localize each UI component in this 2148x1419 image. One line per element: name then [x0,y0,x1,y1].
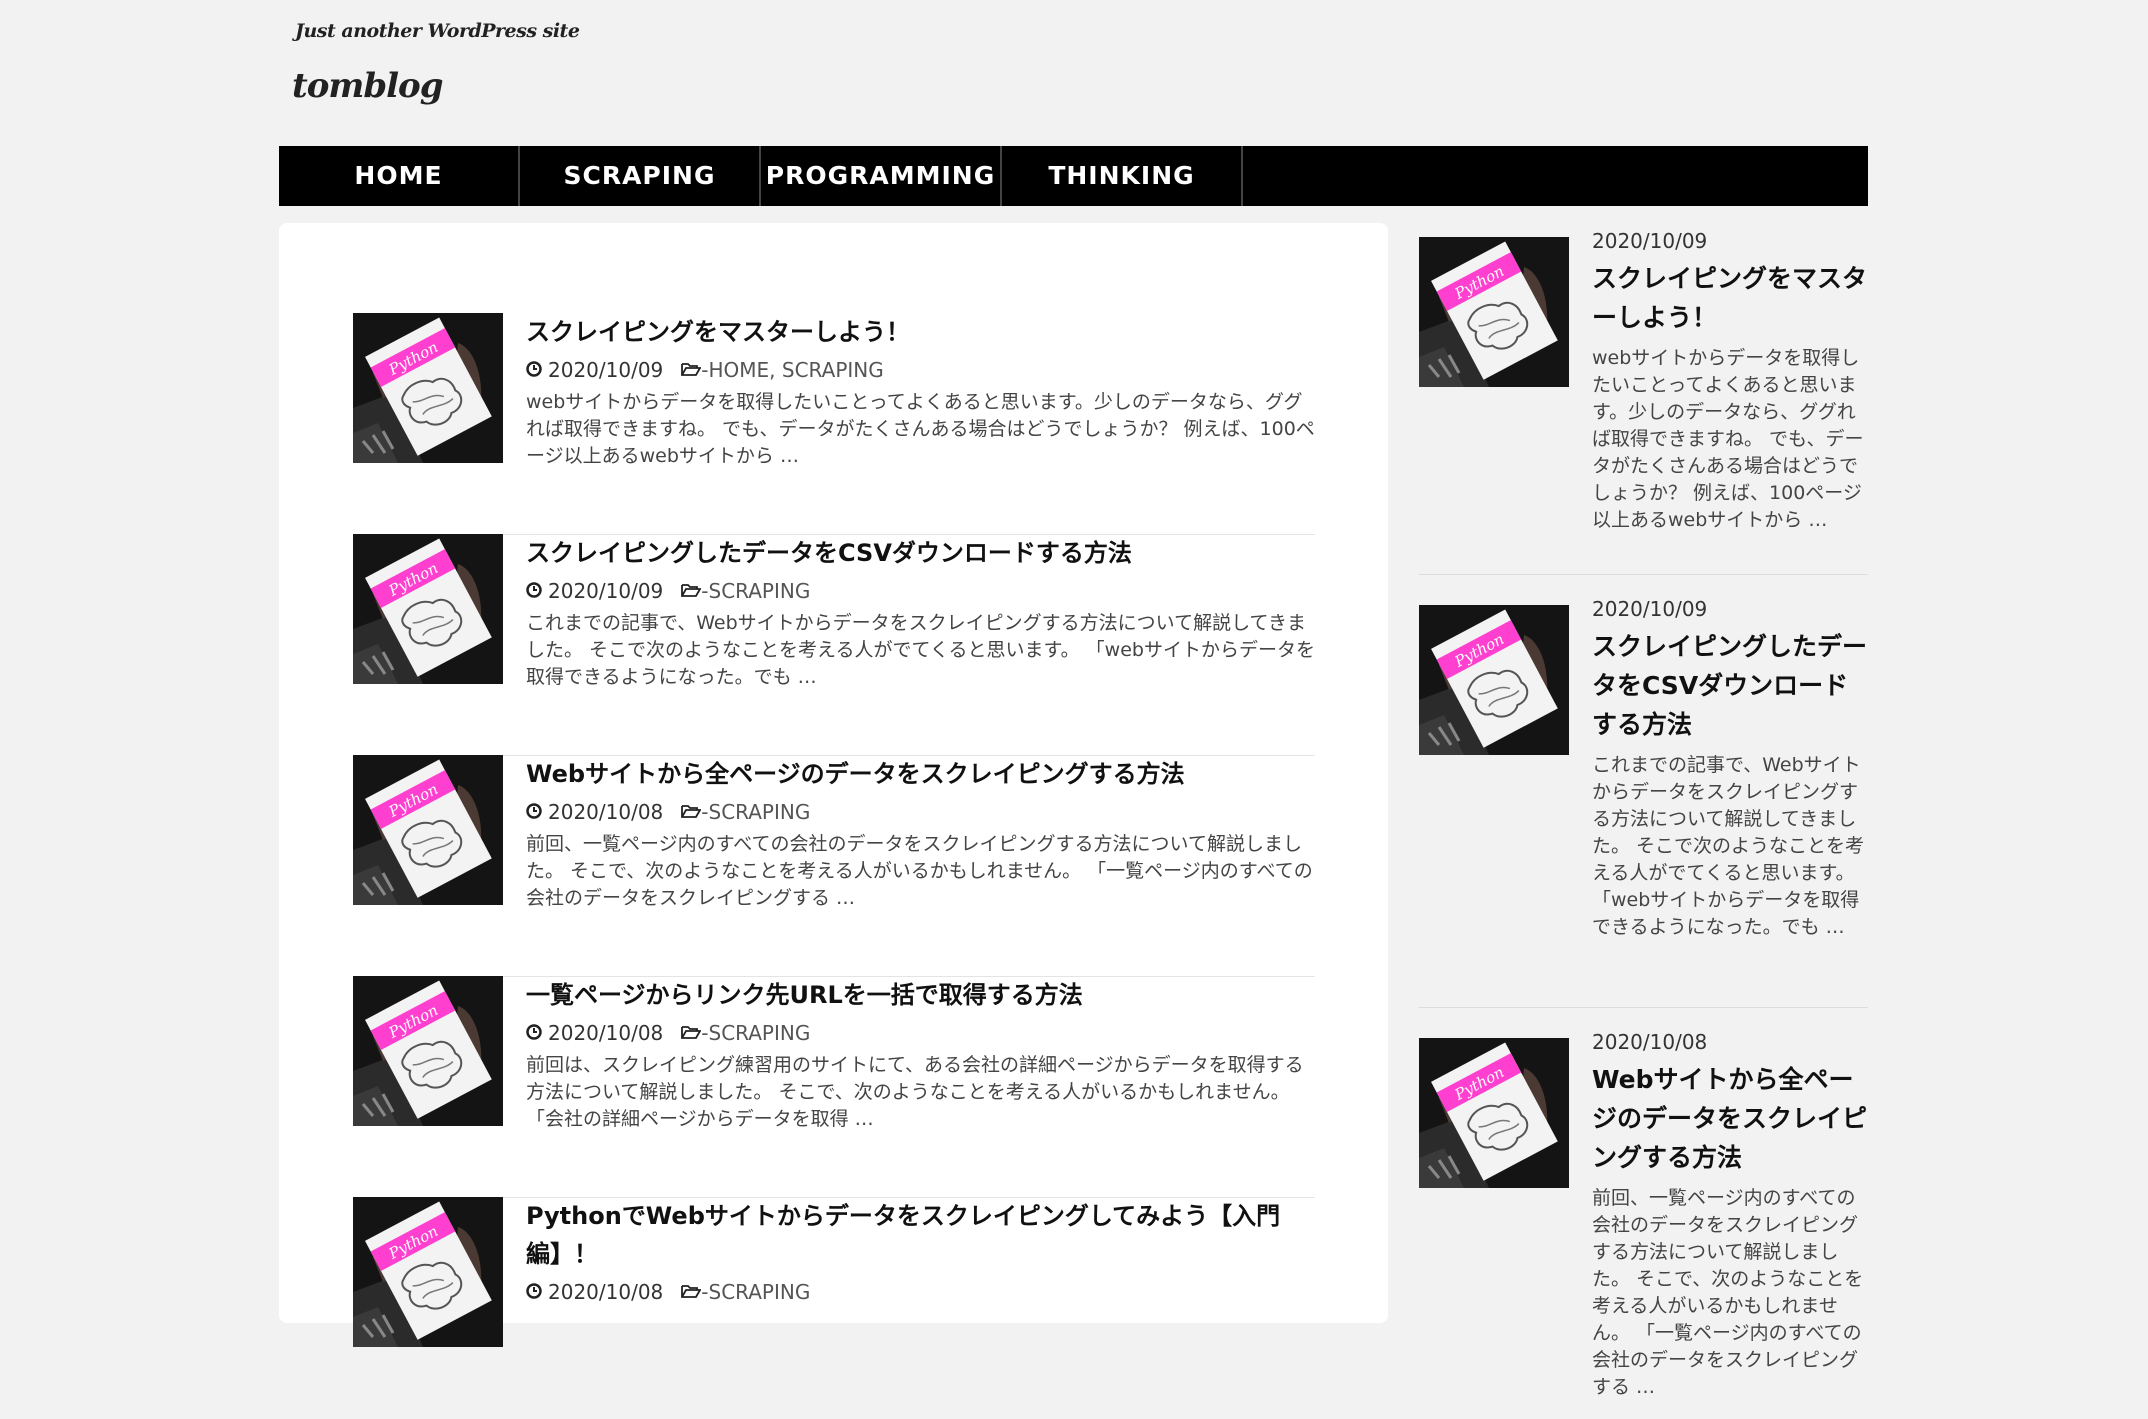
post-date: 2020/10/08 [548,1021,664,1045]
post-title[interactable]: PythonでWebサイトからデータをスクレイピングしてみよう【入門編】！ [526,1197,1315,1273]
post-title[interactable]: スクレイピングをマスターしよう！ [526,313,1315,351]
post-body: Webサイトから全ページのデータをスクレイピングする方法 2020/10/08 … [526,755,1315,912]
post-meta: 2020/10/09 -HOME, SCRAPING [526,357,1315,383]
post-excerpt: webサイトからデータを取得したいことってよくあると思います。少しのデータなら、… [526,391,1315,467]
sidebar-post-excerpt: これまでの記事で、Webサイトからデータをスクレイピングする方法について解説して… [1592,754,1865,938]
post-item: スクレイピングしたデータをCSVダウンロードする方法 2020/10/09 -S… [353,534,1315,756]
sidebar-post-body: 2020/10/09 スクレイピングしたデータをCSVダウンロードする方法 これ… [1592,597,1868,941]
post-item: Webサイトから全ページのデータをスクレイピングする方法 2020/10/08 … [353,755,1315,977]
nav-item-thinking[interactable]: THINKING [1002,146,1243,206]
sidebar-post-date: 2020/10/09 [1592,597,1708,621]
nav-item-scraping[interactable]: SCRAPING [520,146,761,206]
post-thumbnail[interactable] [353,755,503,905]
folder-icon [681,578,702,604]
post-item: スクレイピングをマスターしよう！ 2020/10/09 -HOME, SCRAP… [353,313,1315,535]
post-date: 2020/10/08 [548,1280,664,1304]
sidebar-post-title[interactable]: スクレイピングをマスターしよう！ [1592,259,1868,337]
post-item: 一覧ページからリンク先URLを一括で取得する方法 2020/10/08 -SCR… [353,976,1315,1198]
site-title[interactable]: tomblog [292,66,443,106]
post-thumbnail[interactable] [353,313,503,463]
sidebar-post-body: 2020/10/08 Webサイトから全ページのデータをスクレイピングする方法 … [1592,1030,1868,1401]
post-body: 一覧ページからリンク先URLを一括で取得する方法 2020/10/08 -SCR… [526,976,1315,1133]
folder-icon [681,799,702,825]
sidebar-post-thumbnail[interactable] [1419,1038,1569,1188]
post-categories[interactable]: -SCRAPING [701,1279,810,1305]
post-list: スクレイピングをマスターしよう！ 2020/10/09 -HOME, SCRAP… [279,223,1388,1347]
sidebar-post-thumbnail[interactable] [1419,237,1569,387]
sidebar-post-title[interactable]: Webサイトから全ページのデータをスクレイピングする方法 [1592,1060,1868,1177]
post-date: 2020/10/09 [548,579,664,603]
clock-icon [526,1279,542,1305]
post-meta: 2020/10/09 -SCRAPING [526,578,1315,604]
post-excerpt: 前回は、スクレイピング練習用のサイトにて、ある会社の詳細ページからデータを取得す… [526,1054,1304,1130]
post-title[interactable]: スクレイピングしたデータをCSVダウンロードする方法 [526,534,1315,572]
post-meta: 2020/10/08 -SCRAPING [526,799,1315,825]
nav-item-programming[interactable]: PROGRAMMING [761,146,1002,206]
main-nav: HOME SCRAPING PROGRAMMING THINKING [279,146,1868,206]
post-thumbnail[interactable] [353,976,503,1126]
sidebar-post-excerpt: 前回、一覧ページ内のすべての会社のデータをスクレイピングする方法について解説しま… [1592,1187,1864,1398]
clock-icon [526,357,542,383]
folder-icon [681,1020,702,1046]
post-title[interactable]: 一覧ページからリンク先URLを一括で取得する方法 [526,976,1315,1014]
post-excerpt: これまでの記事で、Webサイトからデータをスクレイピングする方法について解説して… [526,612,1315,688]
site-tagline: Just another WordPress site [295,20,580,42]
nav-item-home[interactable]: HOME [279,146,520,206]
sidebar-divider [1419,1007,1868,1008]
post-date: 2020/10/09 [548,358,664,382]
clock-icon [526,799,542,825]
folder-icon [681,357,702,383]
post-categories[interactable]: -SCRAPING [701,1020,810,1046]
sidebar-post-title[interactable]: スクレイピングしたデータをCSVダウンロードする方法 [1592,627,1868,744]
sidebar-post-date: 2020/10/08 [1592,1030,1708,1054]
post-thumbnail[interactable] [353,1197,503,1347]
folder-icon [681,1279,702,1305]
post-excerpt: 前回、一覧ページ内のすべての会社のデータをスクレイピングする方法について解説しま… [526,833,1313,909]
sidebar-post-thumbnail[interactable] [1419,605,1569,755]
post-thumbnail[interactable] [353,534,503,684]
sidebar-post-date: 2020/10/09 [1592,229,1708,253]
clock-icon [526,578,542,604]
sidebar-post-excerpt: webサイトからデータを取得したいことってよくあると思います。少しのデータなら、… [1592,347,1864,531]
sidebar-divider [1419,574,1868,575]
sidebar-post-body: 2020/10/09 スクレイピングをマスターしよう！ webサイトからデータを… [1592,229,1868,534]
post-categories[interactable]: -SCRAPING [701,578,810,604]
post-categories[interactable]: -HOME, SCRAPING [701,357,883,383]
post-date: 2020/10/08 [548,800,664,824]
post-meta: 2020/10/08 -SCRAPING [526,1279,1315,1305]
post-item: PythonでWebサイトからデータをスクレイピングしてみよう【入門編】！ 20… [353,1197,1315,1419]
post-body: スクレイピングしたデータをCSVダウンロードする方法 2020/10/09 -S… [526,534,1315,691]
post-title[interactable]: Webサイトから全ページのデータをスクレイピングする方法 [526,755,1315,793]
post-body: スクレイピングをマスターしよう！ 2020/10/09 -HOME, SCRAP… [526,313,1315,470]
post-meta: 2020/10/08 -SCRAPING [526,1020,1315,1046]
clock-icon [526,1020,542,1046]
post-categories[interactable]: -SCRAPING [701,799,810,825]
